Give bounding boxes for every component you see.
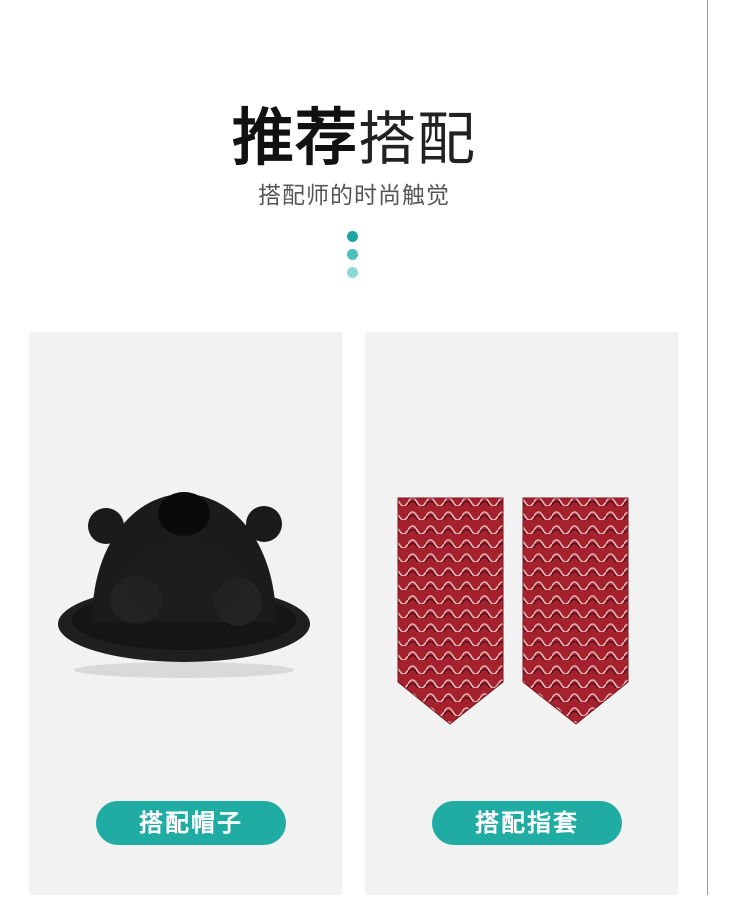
title-bold: 推荐: [231, 101, 358, 174]
cuffs-icon: [397, 497, 629, 725]
product-card-cuffs[interactable]: 搭配指套: [365, 332, 678, 895]
title-light: 搭配: [358, 105, 477, 173]
match-cuffs-button[interactable]: 搭配指套: [432, 801, 622, 845]
dot-icon: [347, 231, 358, 242]
decorative-dots: [347, 231, 359, 285]
hat-icon: [58, 492, 310, 678]
match-hat-button[interactable]: 搭配帽子: [96, 801, 286, 845]
dot-icon: [347, 267, 358, 278]
product-card-hat[interactable]: 搭配帽子: [29, 332, 342, 895]
dot-icon: [347, 249, 358, 260]
section-subtitle: 搭配师的时尚触觉: [258, 183, 450, 209]
